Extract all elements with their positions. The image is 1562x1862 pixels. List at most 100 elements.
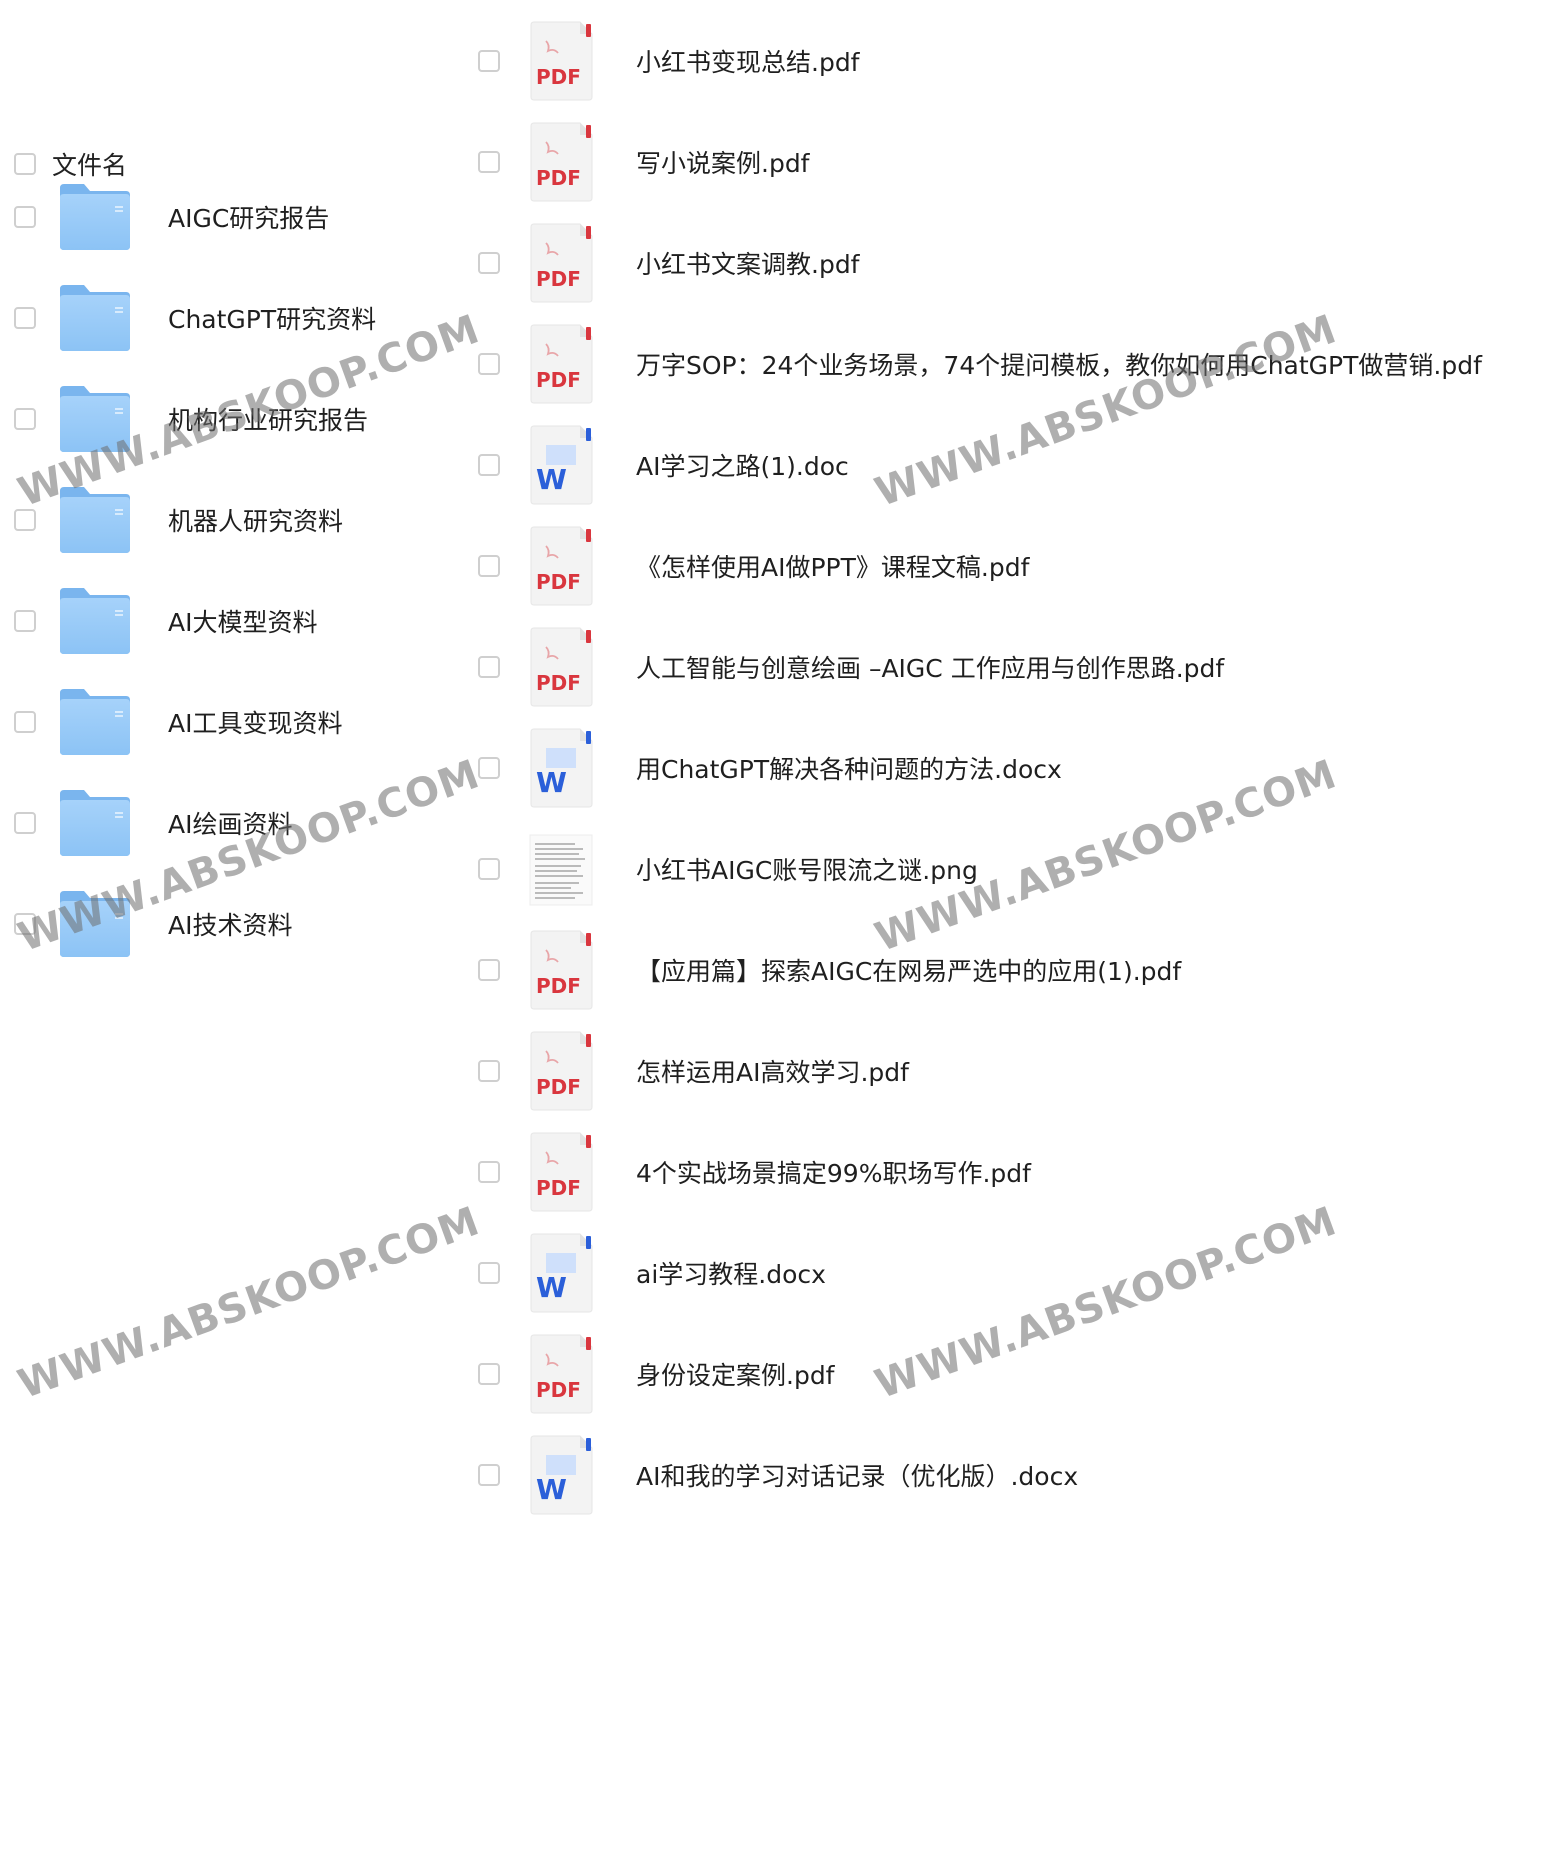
folder-icon bbox=[60, 790, 130, 856]
file-row[interactable]: PDF 小红书文案调教.pdf bbox=[478, 223, 860, 303]
file-row[interactable]: W AI学习之路(1).doc bbox=[478, 425, 849, 505]
file-row[interactable]: PDF 人工智能与创意绘画 –AIGC 工作应用与创作思路.pdf bbox=[478, 627, 1224, 707]
file-row[interactable]: PDF 【应用篇】探索AIGC在网易严选中的应用(1).pdf bbox=[478, 930, 1181, 1010]
file-checkbox[interactable] bbox=[478, 1262, 500, 1284]
folder-name[interactable]: AI绘画资料 bbox=[168, 805, 292, 841]
folder-checkbox[interactable] bbox=[14, 307, 36, 329]
word-file-icon: W bbox=[530, 1435, 593, 1515]
folder-name[interactable]: AI技术资料 bbox=[168, 906, 292, 942]
file-checkbox[interactable] bbox=[478, 50, 500, 72]
folder-row[interactable]: AIGC研究报告 bbox=[14, 182, 329, 252]
file-name[interactable]: 用ChatGPT解决各种问题的方法.docx bbox=[636, 750, 1062, 786]
pdf-file-icon: PDF bbox=[530, 1031, 593, 1111]
folder-icon bbox=[60, 184, 130, 250]
file-row[interactable]: W ai学习教程.docx bbox=[478, 1233, 826, 1313]
svg-text:PDF: PDF bbox=[536, 267, 581, 291]
folder-name[interactable]: ChatGPT研究资料 bbox=[168, 300, 376, 336]
folder-name[interactable]: AI工具变现资料 bbox=[168, 704, 342, 740]
folder-name[interactable]: 机构行业研究报告 bbox=[168, 401, 368, 437]
svg-text:PDF: PDF bbox=[536, 671, 581, 695]
file-row[interactable]: PDF 万字SOP：24个业务场景，74个提问模板，教你如何用ChatGPT做营… bbox=[478, 324, 1482, 404]
file-checkbox[interactable] bbox=[478, 959, 500, 981]
folder-checkbox[interactable] bbox=[14, 408, 36, 430]
pdf-file-icon: PDF bbox=[530, 526, 593, 606]
file-name[interactable]: AI学习之路(1).doc bbox=[636, 447, 849, 483]
file-name[interactable]: 万字SOP：24个业务场景，74个提问模板，教你如何用ChatGPT做营销.pd… bbox=[636, 346, 1482, 382]
folder-icon bbox=[60, 588, 130, 654]
folder-icon bbox=[60, 891, 130, 957]
file-checkbox[interactable] bbox=[478, 1161, 500, 1183]
folder-icon bbox=[60, 487, 130, 553]
folder-row[interactable]: AI工具变现资料 bbox=[14, 687, 342, 757]
file-checkbox[interactable] bbox=[478, 1363, 500, 1385]
svg-text:W: W bbox=[536, 1271, 567, 1304]
file-list-header: 文件名 bbox=[14, 146, 127, 182]
file-checkbox[interactable] bbox=[478, 252, 500, 274]
folder-column: 文件名 AIGC研究报告 ChatGPT研究资料 机构行业研究报告 机器人研究资… bbox=[0, 0, 460, 1862]
image-file-icon bbox=[529, 834, 593, 906]
folder-row[interactable]: 机器人研究资料 bbox=[14, 485, 343, 555]
svg-text:PDF: PDF bbox=[536, 1075, 581, 1099]
pdf-file-icon: PDF bbox=[530, 1334, 593, 1414]
folder-checkbox[interactable] bbox=[14, 610, 36, 632]
folder-name[interactable]: 机器人研究资料 bbox=[168, 502, 343, 538]
file-name[interactable]: 小红书文案调教.pdf bbox=[636, 245, 860, 281]
file-row[interactable]: 小红书AIGC账号限流之谜.png bbox=[478, 829, 978, 909]
file-name[interactable]: 怎样运用AI高效学习.pdf bbox=[636, 1053, 909, 1089]
file-row[interactable]: PDF 《怎样使用AI做PPT》课程文稿.pdf bbox=[478, 526, 1029, 606]
file-row[interactable]: PDF 写小说案例.pdf bbox=[478, 122, 810, 202]
file-row[interactable]: W 用ChatGPT解决各种问题的方法.docx bbox=[478, 728, 1062, 808]
file-checkbox[interactable] bbox=[478, 1060, 500, 1082]
watermark-text: WWW.ABSKOOP.COM bbox=[869, 1198, 1343, 1408]
file-checkbox[interactable] bbox=[478, 858, 500, 880]
file-checkbox[interactable] bbox=[478, 353, 500, 375]
svg-text:W: W bbox=[536, 1473, 567, 1506]
file-checkbox[interactable] bbox=[478, 656, 500, 678]
svg-text:PDF: PDF bbox=[536, 166, 581, 190]
pdf-file-icon: PDF bbox=[530, 627, 593, 707]
folder-name[interactable]: AI大模型资料 bbox=[168, 603, 317, 639]
folder-row[interactable]: AI绘画资料 bbox=[14, 788, 292, 858]
file-name[interactable]: 4个实战场景搞定99%职场写作.pdf bbox=[636, 1154, 1031, 1190]
file-checkbox[interactable] bbox=[478, 454, 500, 476]
folder-name[interactable]: AIGC研究报告 bbox=[168, 199, 329, 235]
file-row[interactable]: W AI和我的学习对话记录（优化版）.docx bbox=[478, 1435, 1078, 1515]
folder-checkbox[interactable] bbox=[14, 812, 36, 834]
file-checkbox[interactable] bbox=[478, 757, 500, 779]
folder-checkbox[interactable] bbox=[14, 711, 36, 733]
file-row[interactable]: PDF 小红书变现总结.pdf bbox=[478, 21, 860, 101]
file-name[interactable]: 【应用篇】探索AIGC在网易严选中的应用(1).pdf bbox=[636, 952, 1181, 988]
pdf-file-icon: PDF bbox=[530, 1132, 593, 1212]
select-all-checkbox[interactable] bbox=[14, 153, 36, 175]
svg-text:PDF: PDF bbox=[536, 974, 581, 998]
folder-row[interactable]: AI大模型资料 bbox=[14, 586, 317, 656]
file-name[interactable]: AI和我的学习对话记录（优化版）.docx bbox=[636, 1457, 1078, 1493]
file-row[interactable]: PDF 身份设定案例.pdf bbox=[478, 1334, 835, 1414]
svg-text:PDF: PDF bbox=[536, 368, 581, 392]
folder-checkbox[interactable] bbox=[14, 206, 36, 228]
folder-checkbox[interactable] bbox=[14, 913, 36, 935]
file-name[interactable]: ai学习教程.docx bbox=[636, 1255, 826, 1291]
file-name[interactable]: 《怎样使用AI做PPT》课程文稿.pdf bbox=[636, 548, 1029, 584]
folder-row[interactable]: 机构行业研究报告 bbox=[14, 384, 368, 454]
svg-text:PDF: PDF bbox=[536, 1378, 581, 1402]
file-checkbox[interactable] bbox=[478, 555, 500, 577]
folder-checkbox[interactable] bbox=[14, 509, 36, 531]
file-name[interactable]: 写小说案例.pdf bbox=[636, 144, 810, 180]
folder-row[interactable]: ChatGPT研究资料 bbox=[14, 283, 376, 353]
file-name[interactable]: 身份设定案例.pdf bbox=[636, 1356, 835, 1392]
file-checkbox[interactable] bbox=[478, 151, 500, 173]
file-row[interactable]: PDF 4个实战场景搞定99%职场写作.pdf bbox=[478, 1132, 1031, 1212]
pdf-file-icon: PDF bbox=[530, 122, 593, 202]
file-name[interactable]: 人工智能与创意绘画 –AIGC 工作应用与创作思路.pdf bbox=[636, 649, 1224, 685]
word-file-icon: W bbox=[530, 1233, 593, 1313]
folder-icon bbox=[60, 386, 130, 452]
file-checkbox[interactable] bbox=[478, 1464, 500, 1486]
folder-row[interactable]: AI技术资料 bbox=[14, 889, 292, 959]
svg-text:PDF: PDF bbox=[536, 65, 581, 89]
file-row[interactable]: PDF 怎样运用AI高效学习.pdf bbox=[478, 1031, 909, 1111]
file-name[interactable]: 小红书AIGC账号限流之谜.png bbox=[636, 851, 978, 887]
column-header-filename: 文件名 bbox=[52, 151, 128, 180]
file-name[interactable]: 小红书变现总结.pdf bbox=[636, 43, 860, 79]
svg-text:PDF: PDF bbox=[536, 1176, 581, 1200]
